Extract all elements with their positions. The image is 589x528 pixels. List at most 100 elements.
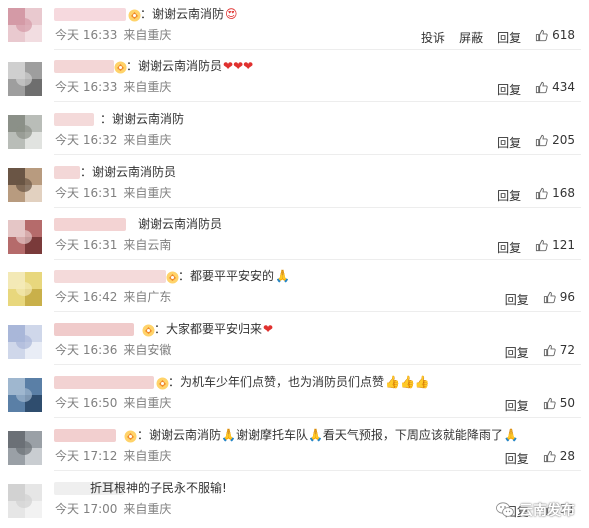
- comment-location: 来自云南: [123, 238, 172, 252]
- like-count: 28: [559, 449, 575, 463]
- comment-time: 今天 16:31: [55, 186, 118, 200]
- thumbs-up-icon: [535, 239, 548, 252]
- comment-separator: [54, 311, 581, 312]
- like-button[interactable]: 168: [535, 186, 575, 201]
- comment-location: 来自重庆: [123, 133, 172, 147]
- avatar[interactable]: [8, 220, 42, 254]
- wechat-icon: [496, 502, 514, 517]
- comment-meta: 今天 16:31 来自重庆: [55, 186, 177, 201]
- comment-actions: 回复 96: [491, 290, 575, 308]
- reply-button[interactable]: 回复: [497, 241, 521, 255]
- like-count: 96: [559, 290, 575, 304]
- comment-text: 谢谢云南消防员: [138, 217, 223, 232]
- avatar[interactable]: [8, 378, 42, 412]
- comment-text: ：谢谢云南消防: [100, 112, 185, 127]
- comment-location: 来自重庆: [123, 28, 172, 42]
- thumbs-up-icon: [535, 29, 548, 42]
- like-button[interactable]: 205: [535, 133, 575, 148]
- reply-button[interactable]: 回复: [505, 293, 529, 307]
- reply-button[interactable]: 回复: [497, 83, 521, 97]
- comment-text: ：为机车少年们点赞，也为消防员们点赞👍👍👍: [168, 375, 430, 390]
- comment-meta: 今天 16:42 来自广东: [55, 290, 177, 305]
- comment-meta: 今天 16:50 来自重庆: [55, 396, 177, 411]
- comment-actions: 回复 434: [483, 80, 575, 98]
- avatar[interactable]: [8, 325, 42, 359]
- comment-time: 今天 16:33: [55, 28, 118, 42]
- block-button[interactable]: 屏蔽: [459, 31, 483, 45]
- like-count: 205: [552, 133, 575, 147]
- username-blurred[interactable]: [54, 8, 126, 21]
- comment-emoji: 🙏: [503, 428, 519, 442]
- avatar[interactable]: [8, 168, 42, 202]
- comment-actions: 回复 121: [483, 238, 575, 256]
- reply-button[interactable]: 回复: [497, 189, 521, 203]
- comment-meta: 今天 17:12 来自重庆: [55, 449, 177, 464]
- comment-time: 今天 16:32: [55, 133, 118, 147]
- comment-time: 今天 16:50: [55, 396, 118, 410]
- username-blurred[interactable]: [54, 323, 134, 336]
- comment-text: ：谢谢云南消防😍: [140, 7, 238, 22]
- report-button[interactable]: 投诉: [421, 31, 445, 45]
- avatar[interactable]: [8, 484, 42, 518]
- like-count: 434: [552, 80, 575, 94]
- avatar[interactable]: [8, 272, 42, 306]
- comment-separator: [54, 417, 581, 418]
- like-button[interactable]: 121: [535, 238, 575, 253]
- comment-location: 来自重庆: [123, 80, 172, 94]
- username-blurred[interactable]: [54, 218, 126, 231]
- username-blurred[interactable]: [54, 429, 116, 442]
- username-blurred[interactable]: [54, 166, 80, 179]
- comment-actions: 回复 168: [483, 186, 575, 204]
- comment-actions: 回复 50: [491, 396, 575, 414]
- comment-emoji: ❤❤❤: [223, 59, 254, 73]
- like-button[interactable]: 72: [543, 343, 575, 358]
- comment-separator: [54, 49, 581, 50]
- comment-location: 来自重庆: [123, 186, 172, 200]
- comment-text-body: 谢谢云南消防员: [138, 217, 223, 231]
- username-blurred[interactable]: [54, 60, 114, 73]
- comment-time: 今天 17:12: [55, 449, 118, 463]
- username-blurred[interactable]: [54, 376, 154, 389]
- avatar[interactable]: [8, 115, 42, 149]
- comment-meta: 今天 16:32 来自重庆: [55, 133, 177, 148]
- comment-location: 来自重庆: [123, 502, 172, 516]
- like-button[interactable]: 28: [543, 449, 575, 464]
- watermark-label: 云南发布: [519, 503, 575, 519]
- like-button[interactable]: 618: [535, 28, 575, 43]
- avatar[interactable]: [8, 431, 42, 465]
- username-blurred[interactable]: [54, 270, 166, 283]
- like-button[interactable]: 434: [535, 80, 575, 95]
- like-count: 50: [559, 396, 575, 410]
- comment-text-body: ：谢谢云南消防员: [126, 59, 223, 73]
- comment-separator: [54, 154, 581, 155]
- comment-meta: 今天 16:33 来自重庆: [55, 80, 177, 95]
- reply-button[interactable]: 回复: [505, 399, 529, 413]
- like-button[interactable]: 50: [543, 396, 575, 411]
- comment-time: 今天 16:42: [55, 290, 118, 304]
- reply-button[interactable]: 回复: [505, 452, 529, 466]
- like-count: 72: [559, 343, 575, 357]
- avatar[interactable]: [8, 8, 42, 42]
- thumbs-up-icon: [543, 291, 556, 304]
- comment-location: 来自重庆: [123, 396, 172, 410]
- avatar[interactable]: [8, 62, 42, 96]
- comment-separator: [54, 364, 581, 365]
- comment-text: ：谢谢云南消防员❤❤❤: [126, 59, 253, 74]
- thumbs-up-icon: [543, 344, 556, 357]
- comment-separator: [54, 470, 581, 471]
- thumbs-up-icon: [543, 397, 556, 410]
- comment-separator: [54, 207, 581, 208]
- reply-button[interactable]: 回复: [497, 136, 521, 150]
- comment-time: 今天 17:00: [55, 502, 118, 516]
- reply-button[interactable]: 回复: [505, 346, 529, 360]
- comment-emoji: 👍👍👍: [385, 375, 430, 389]
- reply-button[interactable]: 回复: [497, 31, 521, 45]
- comment-location: 来自安徽: [123, 343, 172, 357]
- comment-emoji: ❤: [263, 322, 274, 336]
- comment-text: ：都要平平安安的🙏: [178, 269, 290, 284]
- comment-meta: 今天 16:36 来自安徽: [55, 343, 177, 358]
- username-blurred[interactable]: [54, 113, 94, 126]
- comment-location: 来自广东: [123, 290, 172, 304]
- like-button[interactable]: 96: [543, 290, 575, 305]
- thumbs-up-icon: [535, 81, 548, 94]
